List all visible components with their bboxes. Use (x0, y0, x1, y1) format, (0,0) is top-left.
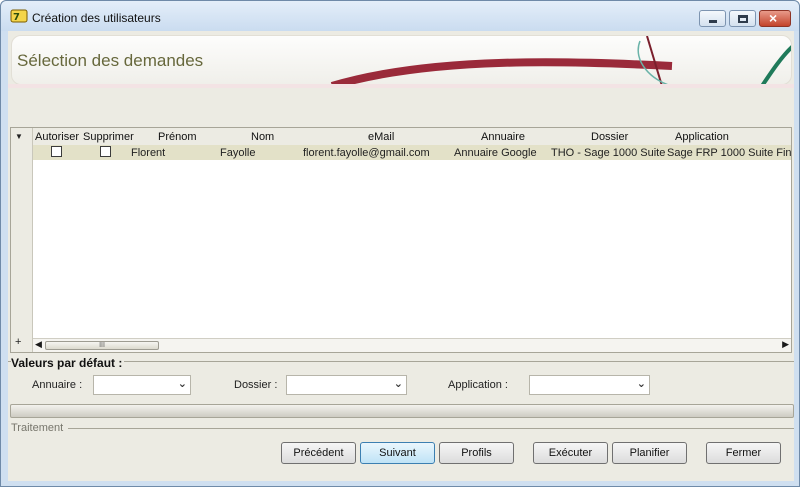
maximize-button[interactable] (729, 10, 756, 27)
column-header-supprimer[interactable]: Supprimer (83, 131, 134, 143)
column-header-annuaire[interactable]: Annuaire (481, 131, 525, 143)
scroll-right-icon[interactable]: ▶ (782, 339, 789, 350)
horizontal-scrollbar[interactable]: ◀ III ▶ (33, 338, 791, 352)
column-header-dossier[interactable]: Dossier (591, 131, 628, 143)
cell-dossier: THO - Sage 1000 Suite F (551, 147, 667, 159)
application-select[interactable]: ⌄ (529, 375, 650, 395)
column-header-nom[interactable]: Nom (251, 131, 274, 143)
annuaire-select[interactable]: ⌄ (93, 375, 191, 395)
cell-email: florent.fayolle@gmail.com (303, 147, 430, 159)
suivant-button[interactable]: Suivant (360, 442, 435, 464)
profils-button[interactable]: Profils (439, 442, 514, 464)
cell-nom: Fayolle (220, 147, 256, 159)
window-title: Création des utilisateurs (32, 11, 161, 25)
dossier-select[interactable]: ⌄ (286, 375, 407, 395)
dossier-label: Dossier : (234, 379, 278, 391)
fermer-button[interactable]: Fermer (706, 442, 781, 464)
cell-annuaire: Annuaire Google (454, 147, 537, 159)
header-banner: Sélection des demandes (11, 35, 792, 85)
add-row-icon[interactable]: + (15, 336, 21, 348)
maximize-icon (738, 15, 748, 23)
column-menu-icon[interactable]: ▼ (15, 132, 23, 141)
requests-grid[interactable]: ▼ + Autoriser Supprimer Prénom Nom eMail… (10, 127, 792, 353)
table-row[interactable]: Florent Fayolle florent.fayolle@gmail.co… (33, 145, 791, 160)
app-logo-icon: 7 (10, 9, 28, 23)
minimize-icon (709, 20, 717, 23)
column-header-prenom[interactable]: Prénom (158, 131, 197, 143)
column-header-email[interactable]: eMail (368, 131, 394, 143)
defaults-section-label: Valeurs par défaut : (11, 356, 125, 370)
autoriser-checkbox[interactable] (51, 146, 62, 157)
page-title: Sélection des demandes (17, 51, 204, 70)
traitement-section-label: Traitement (11, 422, 64, 434)
close-button[interactable]: × (759, 10, 791, 27)
title-bar[interactable]: 7 Création des utilisateurs × (1, 1, 799, 31)
client-area: Sélection des demandes ▼ + Autoriser Sup… (8, 31, 794, 481)
grid-row-header-column: ▼ + (11, 128, 33, 352)
svg-text:7: 7 (13, 12, 20, 23)
cell-prenom: Florent (131, 147, 166, 159)
annuaire-label: Annuaire : (32, 379, 83, 391)
column-header-application[interactable]: Application (675, 131, 729, 143)
banner-divider (8, 84, 794, 88)
close-icon: × (769, 10, 778, 26)
cell-application: Sage FRP 1000 Suite Fina (667, 147, 791, 159)
minimize-button[interactable] (699, 10, 726, 27)
defaults-divider (8, 361, 794, 362)
app-window: 7 Création des utilisateurs × Sélection … (0, 0, 800, 487)
application-label: Application : (448, 379, 508, 391)
chevron-down-icon: ⌄ (177, 378, 187, 390)
chevron-down-icon: ⌄ (636, 378, 646, 390)
progress-bar (10, 404, 794, 418)
scroll-left-icon[interactable]: ◀ (35, 339, 42, 350)
grid-header: Autoriser Supprimer Prénom Nom eMail Ann… (33, 128, 791, 145)
planifier-button[interactable]: Planifier (612, 442, 687, 464)
scrollbar-thumb[interactable]: III (45, 341, 159, 350)
column-header-autoriser[interactable]: Autoriser (35, 131, 79, 143)
chevron-down-icon: ⌄ (393, 378, 403, 390)
traitement-divider (68, 428, 794, 429)
precedent-button[interactable]: Précédent (281, 442, 356, 464)
executer-button[interactable]: Exécuter (533, 442, 608, 464)
supprimer-checkbox[interactable] (100, 146, 111, 157)
